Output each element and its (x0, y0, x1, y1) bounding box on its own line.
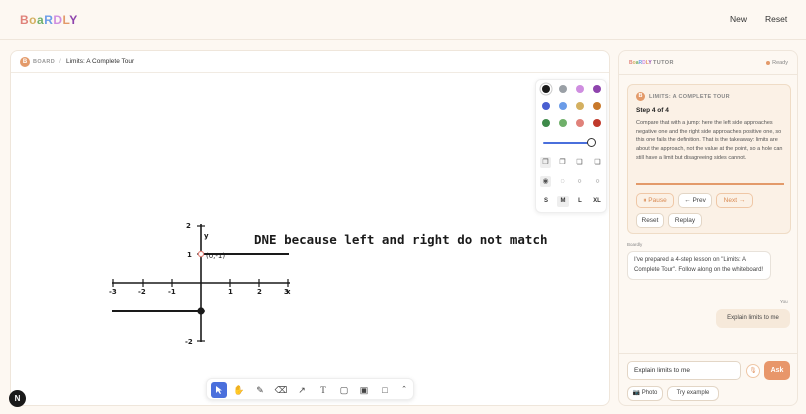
app-logo[interactable]: BoaRDLY (20, 13, 78, 27)
ask-button[interactable]: Ask (764, 361, 790, 380)
x-tick-label: -3 (109, 288, 117, 296)
tutor-header: BoaRDLY TUTOR Ready (619, 51, 797, 75)
lesson-reset-button[interactable]: Reset (636, 213, 664, 228)
color-swatch-gold[interactable] (576, 102, 584, 110)
stroke-width-slider-knob[interactable] (586, 138, 596, 147)
message-sender: You (780, 299, 788, 304)
color-swatch-blue[interactable] (542, 102, 550, 110)
user-message: Explain limits to me (716, 309, 790, 328)
stroke-dotted-icon[interactable]: ○ (574, 176, 585, 187)
arrow-icon[interactable]: ↗ (294, 382, 310, 398)
size-l-button[interactable]: L (574, 196, 586, 207)
stroke-dashed-icon[interactable]: ◌ (557, 176, 568, 187)
logo-letter-y: Y (69, 13, 78, 27)
photo-button[interactable]: 📷 Photo (627, 386, 663, 401)
assistant-badge-icon[interactable]: N (9, 390, 26, 407)
point-label: (0,-1) (206, 252, 225, 260)
x-tick-label: -1 (168, 288, 176, 296)
whiteboard[interactable]: B BOARD / Limits: A Complete Tour -3 -2 (10, 50, 610, 406)
color-swatch-light-green[interactable] (559, 119, 567, 127)
reset-button[interactable]: Reset (765, 14, 787, 24)
color-swatch-black[interactable] (542, 85, 550, 93)
color-swatch-orange[interactable] (593, 102, 601, 110)
lesson-progress-fill (636, 183, 784, 185)
status-text: Ready (772, 60, 788, 66)
y-tick-label: 1 (187, 251, 192, 259)
lesson-body: Compare that with a jump: here the left … (636, 120, 783, 161)
fill-solid-icon[interactable]: ❏ (592, 157, 603, 168)
fill-none-icon[interactable]: ❐ (540, 157, 551, 168)
size-s-button[interactable]: S (540, 196, 552, 207)
image-icon[interactable]: ▣ (356, 382, 372, 398)
y-tick-label: 2 (186, 222, 191, 230)
size-xl-button[interactable]: XL (591, 196, 603, 207)
color-swatch-light-blue[interactable] (559, 102, 567, 110)
color-swatch-green[interactable] (542, 119, 550, 127)
pencil-icon[interactable]: ✎ (252, 382, 268, 398)
replay-button[interactable]: Replay (668, 213, 702, 228)
message-sender: Boardly (627, 242, 643, 247)
fill-outline-icon[interactable]: ❐ (557, 157, 568, 168)
filled-point-left (197, 307, 205, 315)
y-tick-label: -2 (185, 338, 193, 346)
logo-letter-o: o (29, 13, 38, 27)
status-dot-icon (766, 60, 771, 65)
sticky-note-icon[interactable]: ▢ (336, 382, 352, 398)
x-tick-label: 2 (257, 288, 262, 296)
color-swatch-lilac[interactable] (576, 85, 584, 93)
eraser-icon[interactable]: ⌫ (273, 382, 289, 398)
microphone-icon[interactable]: 🎙 (746, 364, 760, 378)
stroke-solid-icon[interactable]: ◉ (540, 176, 551, 187)
try-example-button[interactable]: Try example (667, 386, 719, 401)
stroke-draw-icon[interactable]: ○ (592, 176, 603, 187)
pause-button[interactable]: ⏸ Pause (636, 193, 674, 208)
tutor-label: TUTOR (653, 60, 674, 66)
chat-input-area: Explain limits to me 🎙 Ask 📷 Photo Try e… (619, 353, 797, 405)
rectangle-icon[interactable]: □ (377, 382, 393, 398)
style-palette: ❐ ❐ ❏ ❏ ◉ ◌ ○ ○ S M L XL (535, 79, 607, 213)
tutor-logo: BoaRDLY (629, 60, 652, 66)
x-axis-label: x (286, 288, 291, 296)
next-button[interactable]: Next → (716, 193, 753, 208)
y-axis-label: y (204, 232, 209, 240)
top-bar: BoaRDLY New Reset (0, 0, 806, 40)
bot-message: I've prepared a 4-step lesson on "Limits… (627, 251, 771, 280)
lesson-progress-bar (636, 183, 784, 185)
select-icon[interactable] (211, 382, 227, 398)
new-button[interactable]: New (730, 14, 747, 24)
lesson-card: B LIMITS: A COMPLETE TOUR Step 4 of 4 Co… (627, 84, 791, 234)
logo-letter-d: D (53, 13, 63, 27)
lesson-badge-icon: B (636, 92, 645, 101)
color-swatch-gray[interactable] (559, 85, 567, 93)
tutor-logo-letter-y: Y (648, 60, 652, 66)
lesson-title: LIMITS: A COMPLETE TOUR (649, 94, 730, 100)
text-icon[interactable]: T (315, 382, 331, 398)
logo-letter-b: B (20, 13, 30, 27)
logo-letter-r: R (44, 13, 54, 27)
annotation-text: DNE because left and right do not match (254, 232, 548, 247)
status-badge: Ready (766, 60, 788, 66)
x-tick-label: 1 (228, 288, 233, 296)
color-swatch-red[interactable] (593, 119, 601, 127)
lesson-step: Step 4 of 4 (636, 107, 669, 114)
color-swatch-purple[interactable] (593, 85, 601, 93)
x-tick-label: -2 (138, 288, 146, 296)
drawing-toolbar: ✋ ✎ ⌫ ↗ T ▢ ▣ □ ⌃ (206, 378, 414, 400)
size-m-button[interactable]: M (557, 196, 569, 207)
fill-semi-icon[interactable]: ❏ (574, 157, 585, 168)
chat-input[interactable]: Explain limits to me (627, 361, 741, 380)
color-swatch-salmon[interactable] (576, 119, 584, 127)
hand-icon[interactable]: ✋ (231, 382, 247, 398)
chevron-up-icon[interactable]: ⌃ (396, 382, 412, 398)
tutor-panel: BoaRDLY TUTOR Ready B LIMITS: A COMPLETE… (618, 50, 798, 406)
board-sketch: -3 -2 -1 1 2 3 x 2 1 -2 y (0,-1) DNE bec… (109, 222, 548, 346)
open-point-right (197, 250, 205, 258)
prev-button[interactable]: ← Prev (678, 193, 712, 208)
